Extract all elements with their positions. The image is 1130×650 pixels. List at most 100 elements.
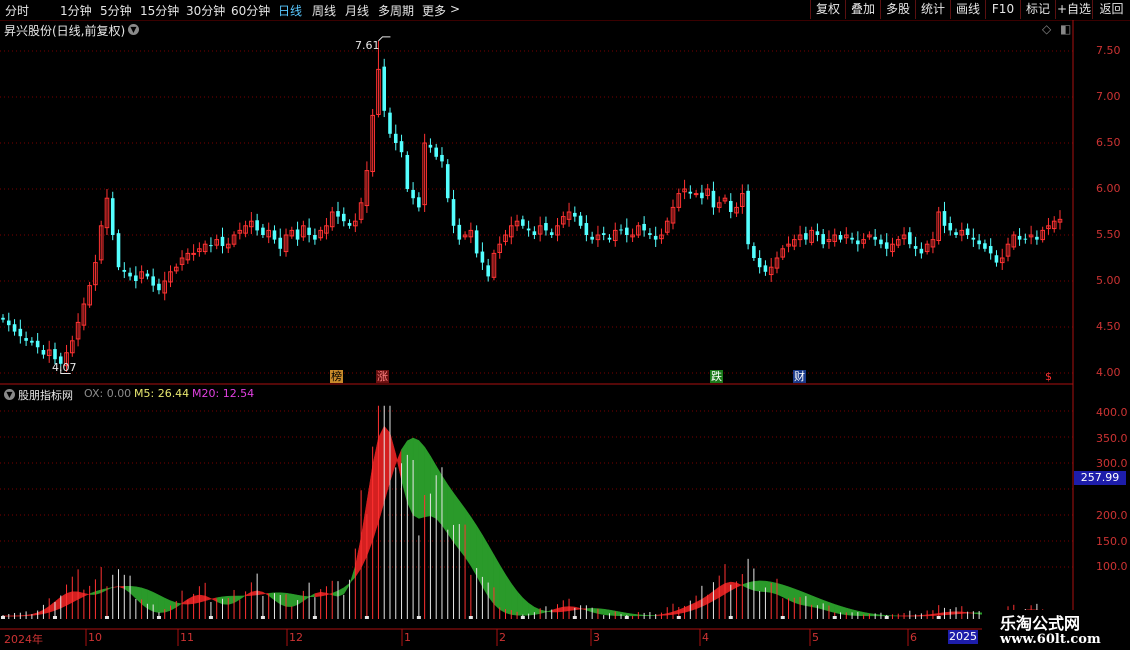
- candle-body-down: [526, 228, 531, 231]
- indicator-y-tick: 100.0: [1096, 560, 1128, 573]
- indicator-band-segment: [765, 580, 772, 593]
- indicator-band-segment: [181, 598, 189, 605]
- indicator-band-segment: [534, 606, 541, 615]
- indicator-band-segment: [331, 590, 339, 597]
- y-tick-label: 5.50: [1096, 228, 1121, 241]
- x-axis-label: 11: [180, 631, 194, 644]
- indicator-band-segment: [632, 613, 639, 617]
- indicator-band-segment: [921, 614, 928, 617]
- indicator-band-segment: [499, 564, 506, 614]
- indicator-band-segment: [66, 591, 73, 606]
- indicator-band-segment: [233, 595, 241, 604]
- candle-body-down: [347, 223, 352, 226]
- indicator-band-segment: [424, 446, 431, 518]
- indicator-band-segment: [857, 610, 864, 617]
- indicator-band-segment: [539, 609, 547, 614]
- indicator-band-segment: [349, 565, 356, 585]
- candle-body-down: [417, 197, 421, 208]
- indicator-band-segment: [672, 609, 680, 615]
- indicator-band-segment: [268, 592, 275, 601]
- indicator-band-segment: [580, 608, 587, 611]
- candle-body-down: [457, 224, 462, 240]
- indicator-band-segment: [678, 607, 685, 614]
- indicator-band-segment: [909, 615, 916, 617]
- event-marker-finance[interactable]: 财: [793, 370, 806, 383]
- candle-body-down: [700, 192, 704, 199]
- indicator-band-segment: [395, 449, 402, 481]
- candle-body-down: [122, 269, 127, 272]
- indicator-band-segment: [615, 610, 622, 617]
- indicator-name[interactable]: 股朋指标网: [18, 387, 73, 403]
- indicator-band-segment: [840, 605, 847, 616]
- candle-body-up: [693, 193, 699, 196]
- chevron-down-icon[interactable]: ▼: [128, 24, 139, 35]
- ox-marker: [624, 616, 629, 619]
- indicator-band-segment: [256, 590, 264, 596]
- candle-body-down: [601, 233, 606, 235]
- indicator-band-segment: [770, 581, 778, 595]
- indicator-band-segment: [187, 595, 194, 605]
- indicator-band-segment: [528, 602, 535, 616]
- indicator-band-segment: [643, 614, 651, 617]
- dollar-icon[interactable]: $: [1044, 370, 1053, 383]
- indicator-band-segment: [77, 591, 85, 600]
- y-tick-label: 4.50: [1096, 320, 1121, 333]
- indicator-band-segment: [360, 501, 368, 569]
- chart-canvas[interactable]: [0, 0, 1130, 650]
- indicator-band-segment: [366, 465, 373, 557]
- ox-marker: [676, 616, 681, 619]
- low-price-label: 4.07: [52, 361, 77, 374]
- indicator-band-segment: [355, 537, 362, 578]
- y-tick-label: 7.00: [1096, 90, 1121, 103]
- indicator-band-segment: [701, 595, 708, 607]
- indicator-band-segment: [129, 585, 137, 600]
- high-price-label: 7.61: [355, 39, 380, 52]
- indicator-band-segment: [95, 589, 102, 595]
- candle-body-down: [544, 223, 548, 231]
- indicator-band-segment: [557, 606, 564, 613]
- chevron-down-icon[interactable]: ▼: [4, 389, 15, 400]
- ox-marker: [1, 616, 5, 619]
- indicator-band-segment: [204, 595, 212, 602]
- candle-body-down: [838, 235, 843, 240]
- candle-body-down: [110, 198, 115, 235]
- indicator-band-segment: [343, 582, 350, 595]
- event-marker-ranking[interactable]: 榜: [330, 370, 343, 383]
- candle-body-down: [145, 273, 150, 277]
- ox-marker: [728, 616, 733, 619]
- panel-toggle-icon[interactable]: ◧: [1060, 22, 1071, 36]
- event-marker-fall[interactable]: 跌: [710, 370, 723, 383]
- indicator-band-segment: [511, 582, 518, 616]
- indicator-band-segment: [926, 613, 934, 617]
- indicator-band-segment: [776, 582, 784, 598]
- indicator-band-segment: [100, 588, 108, 594]
- high-marker-leader: [378, 36, 391, 42]
- y-tick-label: 6.00: [1096, 182, 1121, 195]
- candle-body-down: [445, 164, 450, 199]
- candle-body-down: [6, 320, 11, 326]
- indicator-band-segment: [72, 591, 79, 603]
- candle-body-down: [1023, 238, 1028, 240]
- indicator-band-segment: [308, 593, 316, 598]
- x-axis-label: 2024年: [4, 633, 43, 646]
- indicator-band-segment: [690, 601, 697, 612]
- x-axis-label: 5: [812, 631, 819, 644]
- candle-body-down: [399, 141, 404, 153]
- x-axis-label: 4: [702, 631, 709, 644]
- indicator-band-segment: [811, 595, 818, 609]
- candle-body-down: [873, 236, 877, 240]
- diamond-icon[interactable]: ◇: [1042, 22, 1051, 36]
- ox-marker: [520, 616, 525, 619]
- indicator-band-segment: [568, 606, 576, 612]
- indicator-band-segment: [170, 600, 177, 611]
- candle-body-down: [994, 255, 999, 263]
- candle-body-down: [728, 200, 733, 212]
- indicator-band-segment: [788, 586, 795, 603]
- event-marker-rise[interactable]: 涨: [376, 370, 389, 383]
- indicator-band-segment: [297, 594, 304, 606]
- indicator-band-segment: [176, 602, 183, 608]
- indicator-band-segment: [60, 592, 67, 609]
- indicator-band-segment: [932, 613, 939, 616]
- indicator-band-segment: [372, 437, 379, 541]
- ox-marker: [832, 616, 837, 619]
